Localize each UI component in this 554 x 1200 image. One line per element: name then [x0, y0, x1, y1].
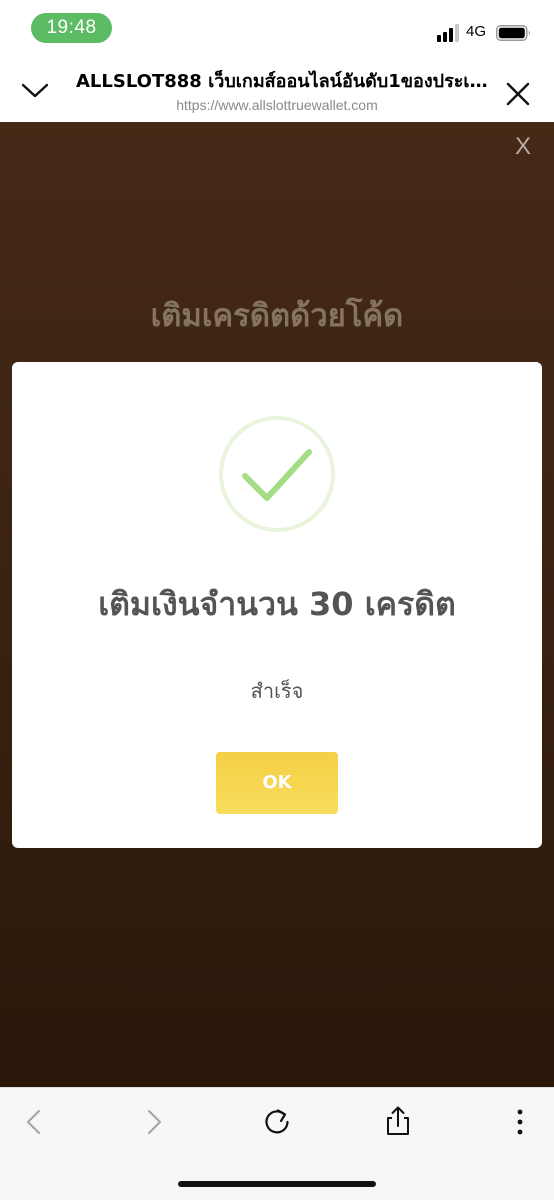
- home-indicator[interactable]: [178, 1181, 376, 1187]
- network-type: 4G: [466, 23, 487, 40]
- browser-header: ALLSLOT888 เว็บเกมส์ออนไลน์อันดับ1ของประ…: [0, 56, 554, 122]
- forward-icon: [147, 1109, 162, 1135]
- battery-icon: [496, 25, 530, 41]
- browser-toolbar: [0, 1087, 554, 1200]
- web-content: X เติมเครดิตด้วยโค้ด เติมเงินจำนวน 30 เค…: [0, 122, 554, 1087]
- background-heading: เติมเครดิตด้วยโค้ด: [150, 298, 404, 334]
- ok-button[interactable]: OK: [216, 752, 338, 814]
- modal-message: สำเร็จ: [250, 679, 304, 703]
- signal-bars-icon: [437, 24, 459, 42]
- success-modal: เติมเงินจำนวน 30 เครดิต สำเร็จ OK: [12, 362, 542, 848]
- status-bar: 19:48 4G: [0, 0, 554, 56]
- success-check-icon: [219, 416, 335, 532]
- overlay-close-button[interactable]: X: [510, 134, 536, 160]
- more-options-button[interactable]: [500, 1102, 540, 1142]
- forward-button[interactable]: [134, 1102, 174, 1142]
- share-icon: [387, 1106, 409, 1135]
- reload-icon: [265, 1109, 289, 1134]
- modal-title: เติมเงินจำนวน 30 เครดิต: [98, 585, 456, 623]
- page-url[interactable]: https://www.allslottruewallet.com: [0, 96, 554, 114]
- back-button[interactable]: [14, 1102, 54, 1142]
- close-icon[interactable]: [504, 80, 532, 108]
- status-time: 19:48: [31, 13, 112, 43]
- back-icon: [26, 1109, 41, 1135]
- reload-button[interactable]: [257, 1102, 297, 1142]
- page-title: ALLSLOT888 เว็บเกมส์ออนไลน์อันดับ1ของประ…: [76, 71, 490, 92]
- share-button[interactable]: [378, 1102, 418, 1142]
- more-options-icon: [517, 1109, 523, 1135]
